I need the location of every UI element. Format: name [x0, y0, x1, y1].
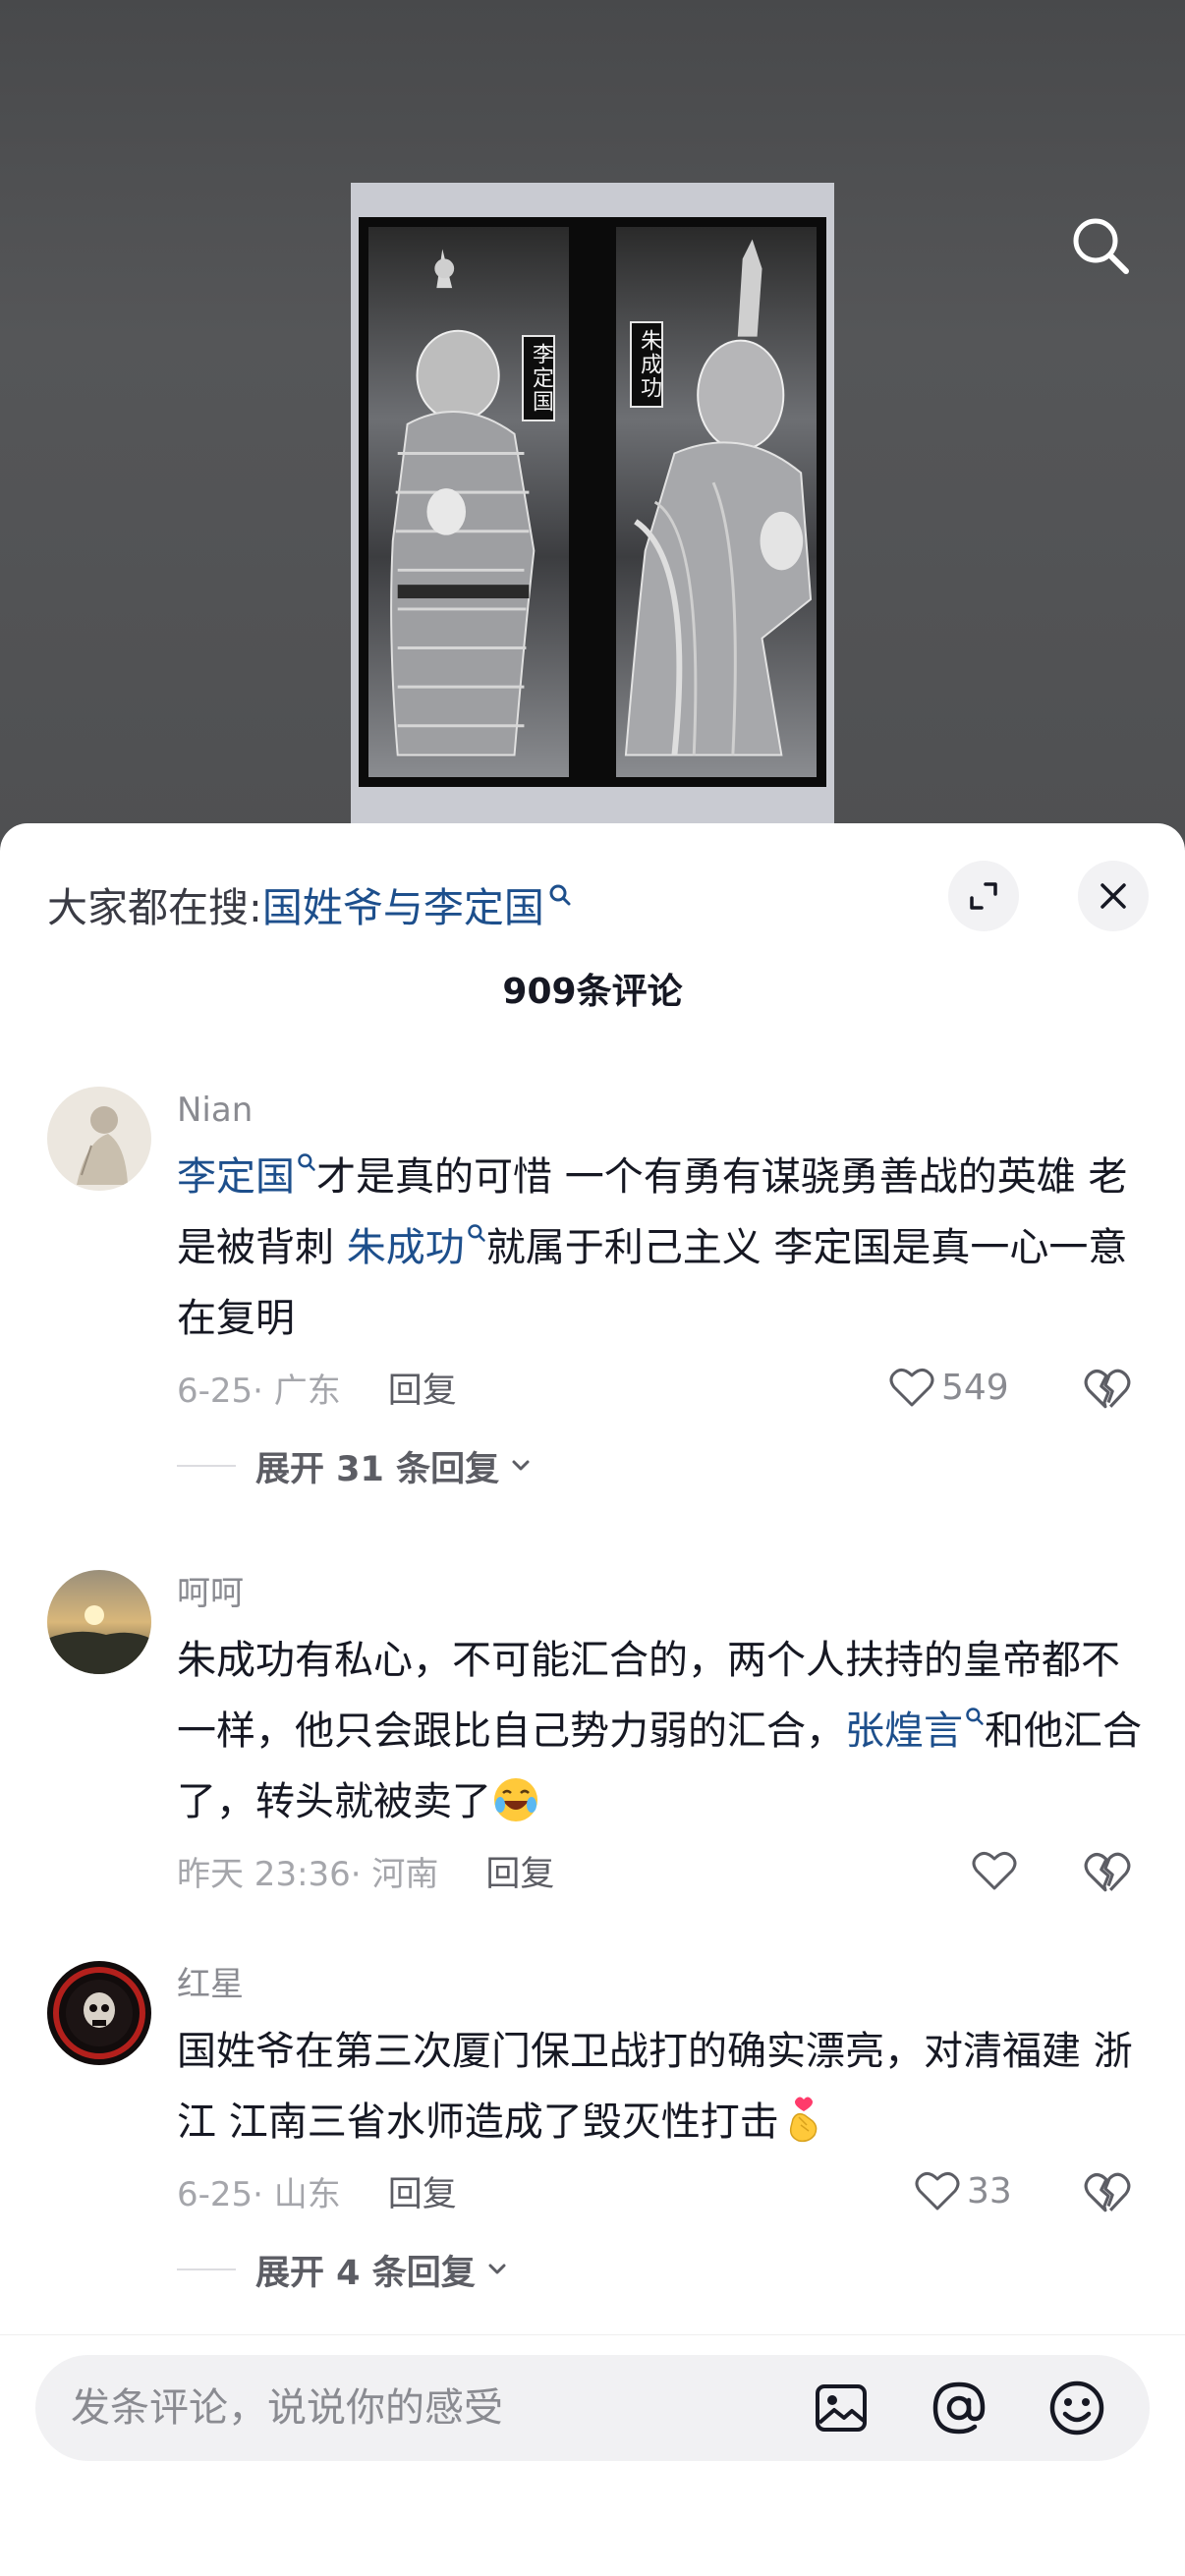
comment-text: 朱成功有私心，不可能汇合的，两个人扶持的皇帝都不一样，他只会跟比自己势力弱的汇合…	[177, 1638, 1142, 1824]
hot-search-term[interactable]: 国姓爷与李定国	[262, 874, 544, 933]
heart-icon	[889, 1369, 934, 1407]
heart-icon	[972, 1852, 1017, 1890]
broken-heart-icon	[1084, 2172, 1131, 2212]
comment-text: 国姓爷在第三次厦门保卫战打的确实漂亮，对清福建 浙江 江南三省水师造成了毁灭性打…	[177, 2029, 1133, 2145]
like-button[interactable]: 549	[888, 1358, 1009, 1417]
mini-search-icon	[966, 1708, 984, 1725]
comment-sheet: 大家都在搜: 国姓爷与李定国 909条评论 Nian 李定国 才是真的可惜 一个…	[0, 823, 1185, 2576]
comment-body: 呵呵 朱成功有私心，不可能汇合的，两个人扶持的皇帝都不一样，他只会跟比自己势力弱…	[177, 1570, 1142, 1900]
mini-search-icon	[298, 1153, 315, 1171]
sheet-header: 大家都在搜: 国姓爷与李定国 909条评论	[0, 823, 1185, 1020]
comment-meta: 6-25· 山东 回复 33	[177, 2161, 1140, 2220]
expand-button[interactable]	[948, 861, 1019, 931]
video-area[interactable]: 李定国 朱成功	[0, 0, 1185, 845]
like-count: 33	[967, 2170, 1012, 2212]
laughing-crying-emoji	[494, 1778, 537, 1821]
chevron-down-icon	[488, 2264, 506, 2274]
comment-time-location: 6-25· 广东	[177, 1371, 341, 1411]
search-button[interactable]	[1063, 208, 1138, 283]
close-icon	[1100, 883, 1126, 909]
warrior-illustration-left	[390, 249, 536, 756]
reply-button[interactable]: 回复	[388, 1363, 457, 1413]
warrior-illustration-right	[624, 239, 813, 756]
expand-icon	[970, 882, 997, 910]
comment-time-location: 6-25· 山东	[177, 2174, 341, 2214]
expand-replies-button[interactable]: 展开 31 条回复	[177, 1436, 1140, 1495]
comment-username[interactable]: Nian	[177, 1087, 1140, 1134]
mention-button[interactable]	[930, 2379, 988, 2437]
avatar[interactable]	[47, 1570, 151, 1674]
poster-name-tag-left: 李定国	[522, 335, 555, 421]
expand-replies-label: 展开 4 条回复	[255, 2253, 476, 2293]
finger-heart-emoji	[789, 2097, 818, 2143]
poster-frame: 李定国 朱成功	[359, 217, 826, 787]
mini-search-icon	[549, 884, 571, 906]
expand-replies-button[interactable]: 展开 4 条回复	[177, 2240, 1140, 2299]
image-icon	[816, 2384, 867, 2432]
broken-heart-icon	[1084, 1852, 1131, 1892]
comment-text: 李定国 才是真的可惜 一个有勇有谋骁勇善战的英雄 老是被背刺 朱成功 就属于利己主义…	[177, 1153, 1128, 1341]
like-button[interactable]	[971, 1841, 1024, 1900]
insert-image-button[interactable]	[812, 2379, 871, 2437]
comment-username[interactable]: 呵呵	[177, 1570, 1140, 1617]
comment-input-bar: 发条评论，说说你的感受	[0, 2334, 1185, 2576]
expand-replies-label: 展开 31 条回复	[255, 1449, 500, 1489]
comment-meta: 昨天 23:36· 河南 回复	[177, 1841, 1140, 1900]
broken-heart-icon	[1084, 1369, 1131, 1409]
comment-username[interactable]: 红星	[177, 1961, 1140, 2008]
comment-body: 红星 国姓爷在第三次厦门保卫战打的确实漂亮，对清福建 浙江 江南三省水师造成了毁…	[177, 1961, 1140, 2299]
divider	[177, 2268, 236, 2270]
search-link[interactable]: 张煌言	[845, 1708, 985, 1754]
like-count: 549	[941, 1367, 1009, 1408]
poster-name-tag-right: 朱成功	[630, 321, 663, 408]
search-link[interactable]: 朱成功	[347, 1224, 486, 1270]
comment-time-location: 昨天 23:36· 河南	[177, 1854, 439, 1894]
search-icon	[1073, 218, 1129, 274]
comment-input-placeholder: 发条评论，说说你的感受	[71, 2385, 503, 2431]
comment-input[interactable]: 发条评论，说说你的感受	[35, 2355, 1150, 2461]
dislike-button[interactable]	[1083, 1847, 1132, 1896]
dislike-button[interactable]	[1083, 1364, 1132, 1413]
heart-icon	[915, 2172, 960, 2211]
poster-panel-left: 李定国	[368, 227, 569, 777]
comment-meta: 6-25· 广东 回复 549	[177, 1358, 1140, 1417]
at-icon	[932, 2381, 986, 2435]
chevron-down-icon	[512, 1460, 530, 1471]
poster-panel-right: 朱成功	[616, 227, 817, 777]
avatar[interactable]	[47, 1087, 151, 1191]
divider	[177, 1465, 236, 1467]
emoji-picker-button[interactable]	[1047, 2379, 1106, 2437]
reply-button[interactable]: 回复	[485, 1846, 554, 1896]
dislike-button[interactable]	[1083, 2167, 1132, 2216]
comment-body: Nian 李定国 才是真的可惜 一个有勇有谋骁勇善战的英雄 老是被背刺 朱成功 就属…	[177, 1087, 1140, 1495]
video-poster: 李定国 朱成功	[351, 183, 834, 845]
avatar[interactable]	[47, 1961, 151, 2065]
close-button[interactable]	[1078, 861, 1149, 931]
comment-count: 909条评论	[502, 972, 683, 1012]
hot-search-link[interactable]: 大家都在搜: 国姓爷与李定国	[47, 874, 572, 933]
mini-search-icon	[467, 1224, 485, 1242]
search-link[interactable]: 李定国	[177, 1153, 316, 1200]
emoji-icon	[1049, 2380, 1104, 2436]
hot-search-prefix: 大家都在搜:	[47, 884, 262, 931]
reply-button[interactable]: 回复	[388, 2166, 457, 2216]
like-button[interactable]: 33	[914, 2161, 1012, 2220]
